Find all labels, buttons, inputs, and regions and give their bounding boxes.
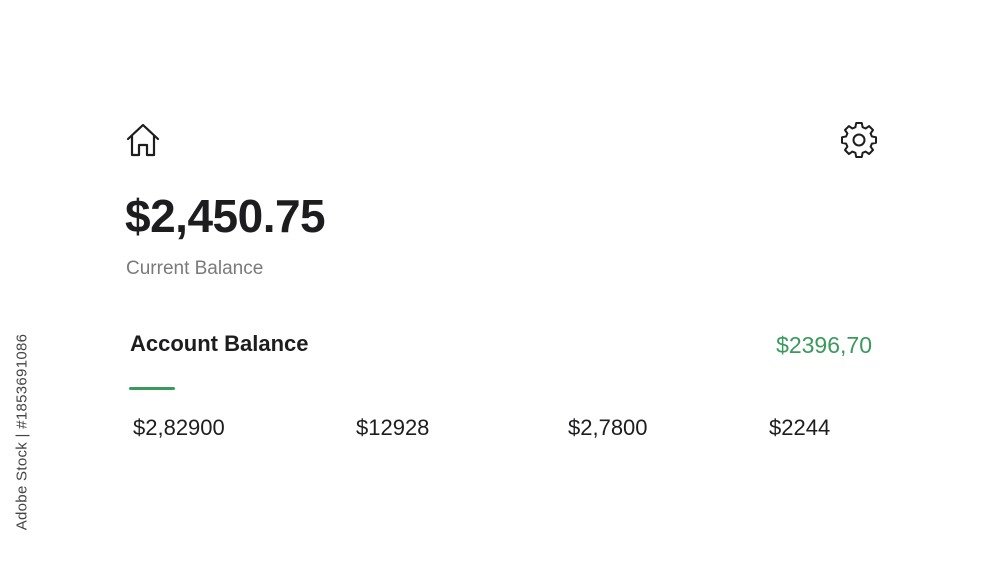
balance-label: Current Balance — [126, 258, 264, 279]
watermark-text: Adobe Stock | #1853691086 — [13, 333, 31, 531]
value-item: $2244 — [769, 415, 831, 440]
home-icon[interactable] — [122, 120, 164, 160]
account-balance-value: $2396,70 — [776, 332, 872, 358]
balance-amount: $2,450.75 — [125, 190, 326, 242]
section-title: Account Balance — [130, 331, 309, 356]
watermark-side-credit: Adobe Stock | #1853691086 — [0, 0, 46, 563]
value-item: $2,7800 — [568, 415, 648, 440]
gear-icon[interactable] — [839, 120, 879, 160]
value-item: $12928 — [356, 415, 430, 440]
value-item: $2,82900 — [133, 415, 225, 440]
tab-underline — [129, 387, 175, 390]
